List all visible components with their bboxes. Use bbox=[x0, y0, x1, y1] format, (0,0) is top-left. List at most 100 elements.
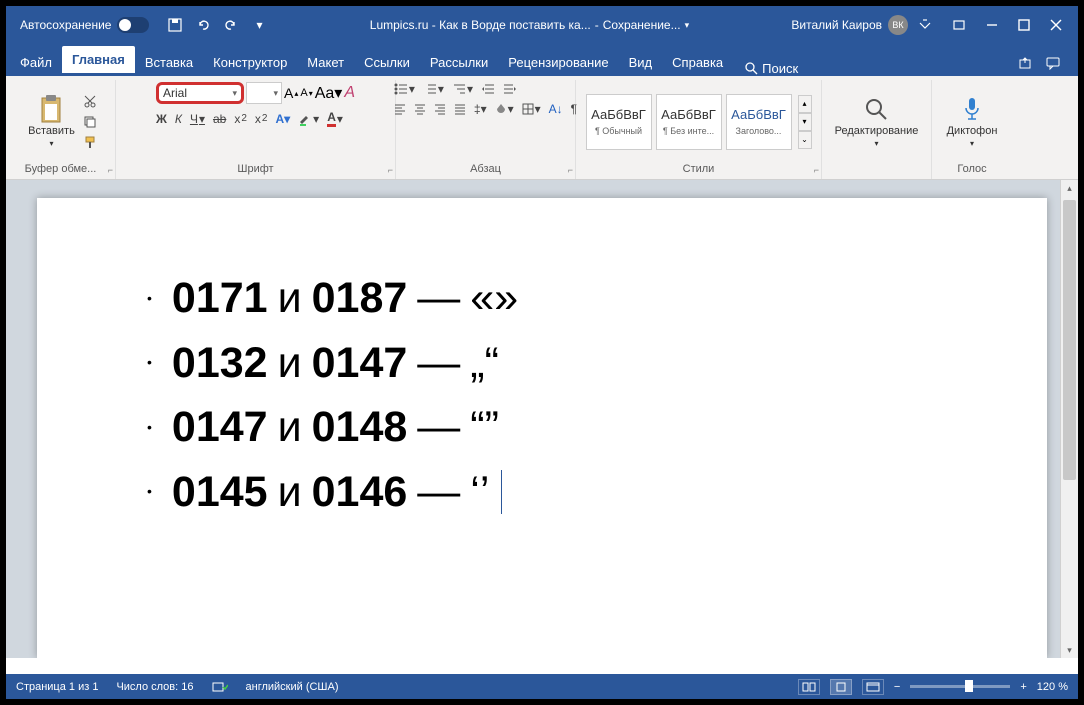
increase-font-icon[interactable]: A▴ bbox=[284, 85, 298, 101]
search-box[interactable]: Поиск bbox=[745, 61, 798, 76]
scroll-thumb[interactable] bbox=[1063, 200, 1076, 480]
search-label: Поиск bbox=[762, 61, 798, 76]
autosave-toggle[interactable]: Автосохранение bbox=[20, 17, 149, 33]
style-heading1[interactable]: АаБбВвГЗаголово... bbox=[726, 94, 792, 150]
align-left-icon[interactable] bbox=[394, 103, 406, 115]
scroll-down-icon[interactable]: ▾ bbox=[1061, 642, 1078, 658]
tab-mailings[interactable]: Рассылки bbox=[420, 49, 498, 76]
highlight-icon[interactable]: ▾ bbox=[298, 112, 319, 126]
language[interactable]: английский (США) bbox=[246, 681, 339, 693]
bullets-icon[interactable]: ▾ bbox=[394, 82, 415, 96]
share-icon[interactable] bbox=[1018, 56, 1032, 70]
shading-icon[interactable]: ▾ bbox=[495, 102, 514, 116]
styles-gallery-nav[interactable]: ▴▾⌄ bbox=[798, 95, 812, 149]
decrease-indent-icon[interactable] bbox=[481, 83, 495, 95]
tab-review[interactable]: Рецензирование bbox=[498, 49, 618, 76]
code-2: 0148 bbox=[312, 395, 408, 460]
bold-button[interactable]: Ж bbox=[156, 112, 167, 126]
vertical-scrollbar[interactable]: ▴ ▾ bbox=[1060, 180, 1078, 658]
paragraph-launcher-icon[interactable]: ⌐ bbox=[568, 165, 573, 175]
scroll-up-icon[interactable]: ▴ bbox=[1061, 180, 1078, 196]
zoom-level[interactable]: 120 % bbox=[1037, 681, 1068, 693]
code-2: 0147 bbox=[312, 331, 408, 396]
strike-button[interactable]: ab bbox=[213, 112, 226, 126]
italic-button[interactable]: К bbox=[175, 112, 182, 126]
group-paragraph: ▾ ▾ ▾ ‡▾ ▾ ▾ A↓ ¶ Абзац ⌐ bbox=[396, 80, 576, 179]
zoom-out-button[interactable]: − bbox=[894, 681, 900, 693]
font-name-combo[interactable]: Arial▾ bbox=[156, 82, 244, 104]
maximize-icon[interactable] bbox=[1018, 19, 1030, 31]
zoom-in-button[interactable]: + bbox=[1020, 681, 1026, 693]
dictate-label: Диктофон bbox=[947, 125, 998, 137]
tab-view[interactable]: Вид bbox=[619, 49, 663, 76]
symbol: «» bbox=[470, 266, 518, 331]
line-spacing-icon[interactable]: ‡▾ bbox=[474, 102, 487, 116]
ribbon-tabs: Файл Главная Вставка Конструктор Макет С… bbox=[6, 44, 1078, 76]
align-center-icon[interactable] bbox=[414, 103, 426, 115]
minimize-icon[interactable] bbox=[986, 19, 998, 31]
tab-help[interactable]: Справка bbox=[662, 49, 733, 76]
style-no-spacing[interactable]: АаБбВвГ¶ Без инте... bbox=[656, 94, 722, 150]
font-color-icon[interactable]: A▾ bbox=[327, 110, 343, 127]
format-painter-icon[interactable] bbox=[83, 135, 97, 149]
code-1: 0171 bbox=[172, 266, 268, 331]
ribbon-mode-icon[interactable] bbox=[918, 18, 932, 32]
superscript-button[interactable]: x2 bbox=[255, 112, 268, 126]
change-case-icon[interactable]: Aa▾ bbox=[315, 83, 343, 103]
zoom-slider[interactable] bbox=[910, 685, 1010, 688]
code-2: 0146 bbox=[312, 460, 408, 525]
tab-layout[interactable]: Макет bbox=[297, 49, 354, 76]
qat-dropdown-icon[interactable]: ▾ bbox=[251, 17, 267, 33]
code-1: 0147 bbox=[172, 395, 268, 460]
text-effects-icon[interactable]: A▾ bbox=[275, 112, 290, 126]
undo-icon[interactable] bbox=[195, 17, 211, 33]
decrease-font-icon[interactable]: A▾ bbox=[300, 87, 312, 99]
styles-launcher-icon[interactable]: ⌐ bbox=[814, 165, 819, 175]
font-size-combo[interactable]: ▾ bbox=[246, 82, 282, 104]
tab-file[interactable]: Файл bbox=[10, 49, 62, 76]
user-area[interactable]: Виталий Каиров ВК bbox=[791, 15, 908, 35]
text-cursor bbox=[501, 470, 502, 514]
dictate-button[interactable]: Диктофон ▾ bbox=[943, 91, 1002, 152]
align-right-icon[interactable] bbox=[434, 103, 446, 115]
voice-group-label: Голос bbox=[957, 161, 986, 177]
window-frame-icon[interactable] bbox=[952, 18, 966, 32]
word-count[interactable]: Число слов: 16 bbox=[116, 681, 193, 693]
print-layout-icon[interactable] bbox=[830, 679, 852, 695]
redo-icon[interactable] bbox=[223, 17, 239, 33]
cut-icon[interactable] bbox=[83, 95, 97, 109]
font-launcher-icon[interactable]: ⌐ bbox=[388, 165, 393, 175]
clipboard-launcher-icon[interactable]: ⌐ bbox=[108, 165, 113, 175]
close-icon[interactable] bbox=[1050, 19, 1062, 31]
tab-design[interactable]: Конструктор bbox=[203, 49, 297, 76]
bullet-icon: • bbox=[147, 481, 152, 502]
tab-home[interactable]: Главная bbox=[62, 46, 135, 76]
underline-button[interactable]: Ч▾ bbox=[190, 112, 205, 126]
tab-insert[interactable]: Вставка bbox=[135, 49, 203, 76]
justify-icon[interactable] bbox=[454, 103, 466, 115]
paste-button[interactable]: Вставить ▾ bbox=[24, 91, 79, 152]
editing-label: Редактирование bbox=[835, 125, 919, 137]
borders-icon[interactable]: ▾ bbox=[522, 102, 541, 116]
toggle-switch[interactable] bbox=[117, 17, 149, 33]
sort-icon[interactable]: A↓ bbox=[549, 102, 563, 116]
numbering-icon[interactable]: ▾ bbox=[423, 82, 444, 96]
window-controls bbox=[918, 18, 1062, 32]
increase-indent-icon[interactable] bbox=[503, 83, 517, 95]
page-count[interactable]: Страница 1 из 1 bbox=[16, 681, 98, 693]
web-layout-icon[interactable] bbox=[862, 679, 884, 695]
read-mode-icon[interactable] bbox=[798, 679, 820, 695]
spellcheck-icon[interactable] bbox=[212, 680, 228, 694]
copy-icon[interactable] bbox=[83, 115, 97, 129]
tab-references[interactable]: Ссылки bbox=[354, 49, 420, 76]
comments-icon[interactable] bbox=[1046, 56, 1060, 70]
subscript-button[interactable]: x2 bbox=[234, 112, 247, 126]
editing-button[interactable]: Редактирование ▾ bbox=[831, 91, 923, 152]
save-icon[interactable] bbox=[167, 17, 183, 33]
save-status-text: Сохранение... bbox=[603, 18, 681, 32]
page[interactable]: • 0171 и 0187 — «» • 0132 и 0147 — „“ • … bbox=[37, 198, 1047, 658]
multilevel-icon[interactable]: ▾ bbox=[452, 82, 473, 96]
style-normal[interactable]: АаБбВвГ¶ Обычный bbox=[586, 94, 652, 150]
clear-formatting-icon[interactable]: A bbox=[344, 84, 355, 102]
group-clipboard: Вставить ▾ Буфер обме... ⌐ bbox=[6, 80, 116, 179]
